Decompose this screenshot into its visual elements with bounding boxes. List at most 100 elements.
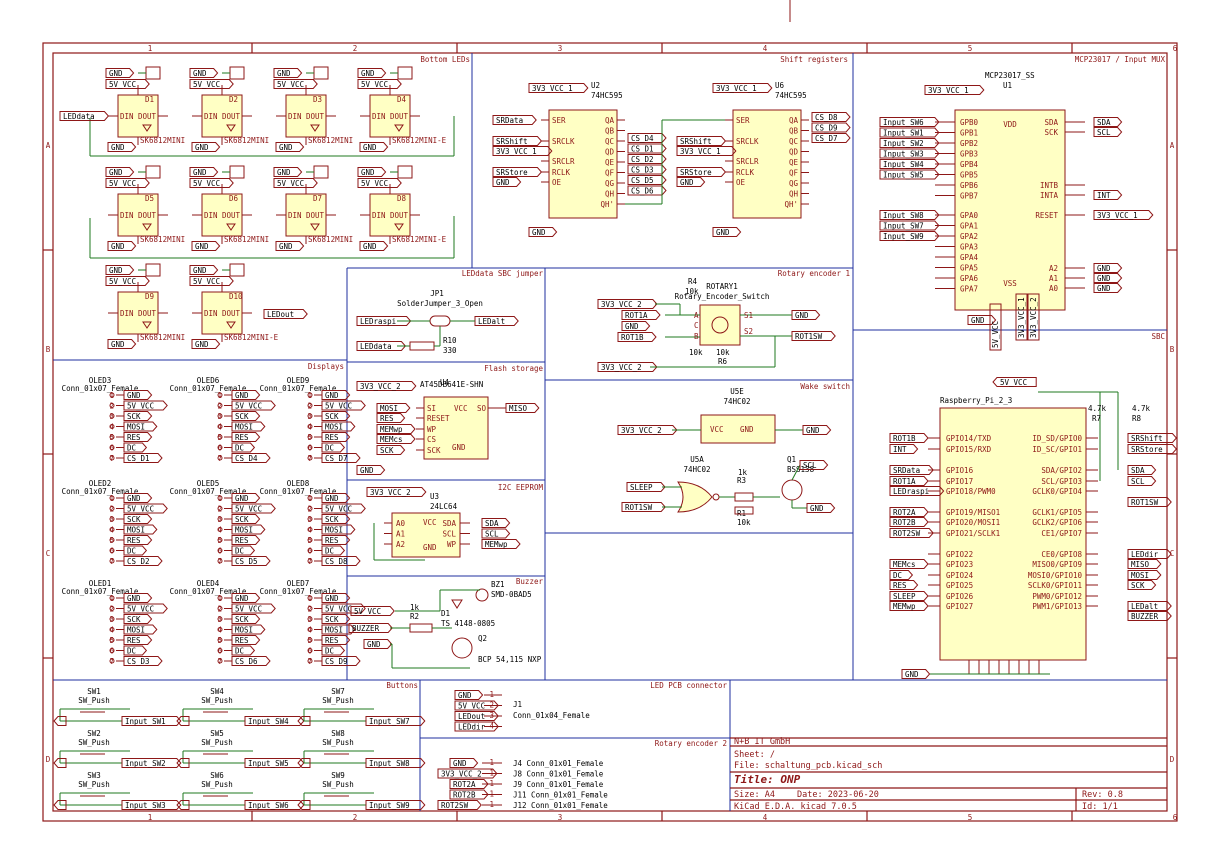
shift-pin-right: QE: [789, 158, 799, 167]
net-label-text: GND: [279, 143, 293, 152]
net-label-text: Input_SW8: [883, 211, 924, 220]
net-label-text: RES: [127, 536, 141, 545]
net-label-text: 5V_VCC: [361, 80, 388, 89]
section-title-mcp: MCP23017 / Input MUX: [1075, 55, 1166, 64]
net-label-text: GND: [1097, 264, 1111, 273]
led-part: SK6812MINI: [224, 235, 269, 244]
led-dout-pin: DOUT: [138, 211, 157, 220]
net-label-text: GND: [127, 594, 141, 603]
net-label-text: ROT2SW: [441, 801, 469, 810]
net-display: SCK: [321, 514, 351, 524]
net-display: 5V_VCC: [231, 503, 276, 514]
net-label-text: SCL: [803, 461, 817, 470]
net-label-text: GND: [458, 691, 472, 700]
u5a-ref: U5A: [690, 455, 704, 464]
net-label-text: MOSI: [127, 625, 145, 634]
net-gnd: GND: [712, 227, 742, 237]
mcp-pin-a: GPA6: [960, 274, 979, 283]
button-part: SW_Push: [201, 738, 233, 747]
net-label-text: GND: [363, 143, 377, 152]
led-din-pin: DIN: [120, 309, 134, 318]
net-label-text: 3V3_VCC_2: [441, 769, 482, 778]
eeprom-pin: SDA: [442, 519, 456, 528]
mcp-pin-right: A0: [1049, 284, 1059, 293]
net-label-text: ROT2SW: [893, 529, 921, 538]
net-cs-out: CS_D3: [627, 164, 667, 175]
net-label-text: CS_D2: [631, 155, 654, 164]
shift-pin-right: QA: [789, 116, 799, 125]
net-label-text: 3V3_VCC_1: [1097, 211, 1138, 220]
net-5v: 5V_VCC: [357, 178, 402, 188]
led-dout-pin: DOUT: [306, 112, 325, 121]
eeprom-pin: A1: [396, 530, 405, 539]
shift-pin-right: QD: [789, 148, 799, 157]
net-cs: CS_D2: [123, 556, 163, 566]
mcp-pin-b: GPB7: [960, 192, 978, 201]
eeprom-pin: WP: [447, 540, 457, 549]
net-label-text: GND: [235, 494, 249, 503]
shift-part: 74HC595: [591, 91, 623, 100]
r4-val: 10k: [685, 287, 699, 296]
net-display: RES: [123, 535, 153, 545]
net-sbc-left: ROT2A: [889, 507, 929, 517]
net-vcc: 3V3_VCC_2: [597, 299, 658, 309]
flash-pin: WP: [427, 425, 437, 434]
net-label-text: GND: [361, 69, 375, 78]
net-sbc-right: SCK: [1127, 580, 1157, 590]
net-label-text: 5V_VCC: [277, 179, 304, 188]
net-label-text: GND: [325, 594, 339, 603]
shift-pin-right: QH': [600, 200, 614, 209]
net-flash: MEMcs: [376, 434, 416, 444]
net-label-text: DC: [127, 546, 136, 555]
button-ref: SW8: [331, 729, 345, 738]
mcp-pin-b: GPB1: [960, 129, 978, 138]
net-display: RES: [231, 535, 261, 545]
mcp-pin-b: GPB2: [960, 139, 978, 148]
mcp-ref: U1: [1003, 81, 1012, 90]
net-display: DC: [123, 545, 148, 556]
net-sbc-right: LEDdir: [1127, 549, 1172, 559]
mcp-pin-b: GPB0: [960, 118, 979, 127]
net-label-text: GND: [795, 311, 809, 320]
net-shift-in: SRData: [492, 115, 537, 125]
net-label-text: LEDout: [458, 712, 485, 721]
net-label-text: ROT1SW: [1131, 498, 1159, 507]
r7-ref: R7: [1092, 414, 1101, 423]
net-display: GND: [231, 493, 261, 503]
resistor-r10: [409, 341, 435, 351]
transistor-q2: [451, 637, 473, 659]
net-label-text: RES: [235, 433, 249, 442]
net-label-text: Input_SW2: [883, 139, 924, 148]
net-gnd: GND: [273, 68, 303, 78]
net-cs: CS_D5: [231, 556, 271, 566]
net-display: RES: [321, 635, 351, 645]
sbc-pin-right: CE0/GPIO8: [1041, 550, 1082, 559]
rot2-conn: J8 Conn_01x01_Female: [513, 770, 604, 779]
section-title-jumper: LEDdata SBC jumper: [462, 269, 544, 278]
button-ref: SW9: [331, 771, 345, 780]
net-rot1sw: ROT1SW: [621, 502, 666, 512]
eeprom-pin: A0: [396, 519, 406, 528]
net-display: MOSI: [321, 421, 356, 432]
net-cs: CS_D1: [123, 453, 163, 463]
net-flash: MEMwp: [376, 424, 416, 434]
sbc-pin-right: CE1/GPIO7: [1041, 529, 1082, 538]
net-5v: 5V_VCC: [273, 79, 318, 89]
mcp-pin-right: SDA: [1044, 118, 1058, 127]
mcp-pin-a: GPA3: [960, 243, 978, 252]
net-label-text: GND: [195, 242, 209, 251]
tb-date: Date: 2023-06-20: [797, 790, 879, 800]
led-din-pin: DIN: [204, 211, 218, 220]
sbc-pin-right: SCLK0/GPIO11: [1028, 581, 1082, 590]
net-display: DC: [231, 645, 256, 656]
net-label-text: DC: [325, 443, 334, 452]
net-label-text: RES: [325, 536, 339, 545]
net-label-text: Input_SW1: [883, 128, 924, 137]
led-part: SK6812MINI: [224, 136, 269, 145]
net-input: Input_SW9: [879, 231, 940, 241]
shift-pin-left: RCLK: [736, 168, 755, 177]
net-label-text: GND: [193, 168, 207, 177]
tb-file: File: schaltung_pcb.kicad_sch: [734, 761, 882, 771]
mcp-pin-a: GPA7: [960, 285, 978, 294]
gate-bubble: [712, 493, 720, 501]
